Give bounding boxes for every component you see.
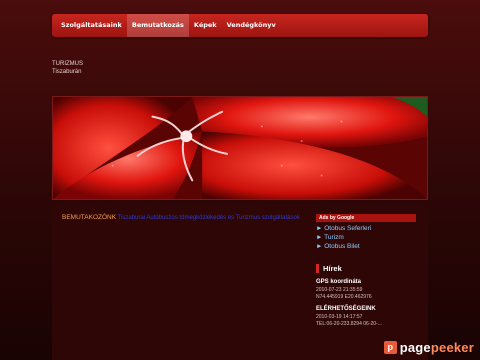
nav-item-services[interactable]: Szolgáltatásaink (56, 14, 127, 37)
ads-by-google-bar[interactable]: Ads by Google (316, 214, 416, 222)
sidebar: Ads by Google ► Otobus Seferleri ► Turiz… (316, 214, 416, 327)
news-detail: N74.445919 E20.462976 (316, 294, 372, 300)
site-title-block: TURIZMUS Tiszaburán (52, 60, 83, 76)
lead-text: Tiszaburai Autóbuszos tömegközlekedés és… (117, 215, 300, 221)
news-item: ELÉRHETŐSÉGEINK 2010-03-19 14:17:57 TEL:… (316, 306, 416, 327)
pagepeeker-text: pagepeeker (399, 339, 474, 355)
ad-link-turizm[interactable]: ► Turizm (316, 234, 416, 241)
ad-link-otobus-bilet[interactable]: ► Otobus Bilet (316, 243, 416, 250)
nav-item-pictures[interactable]: Képek (189, 14, 222, 37)
nav-item-guestbook[interactable]: Vendégkönyv (222, 14, 281, 37)
news-title[interactable]: ELÉRHETŐSÉGEINK (316, 306, 416, 312)
news-date: 2010-03-19 14:17:57 (316, 314, 363, 320)
pagepeeker-logo-icon: p (383, 340, 397, 354)
flower-illustration (53, 97, 427, 199)
news-date: 2010-07-23 21:35:59 (316, 287, 363, 293)
main-navbar: Szolgáltatásaink Bemutatkozás Képek Vend… (52, 14, 428, 37)
news-item: GPS koordináta 2010-07-23 21:35:59 N74.4… (316, 279, 416, 300)
news-detail: TEL:06-20-233.8294 06-20-... (316, 321, 382, 327)
hero-flower-image (52, 96, 428, 200)
pagepeeker-watermark: p pagepeeker (383, 339, 474, 355)
ad-link-otobus-seferleri[interactable]: ► Otobus Seferleri (316, 225, 416, 232)
main-column: BEMUTAKOZÓNK Tiszaburai Autóbuszos tömeg… (62, 214, 302, 223)
lead-label: BEMUTAKOZÓNK (62, 214, 117, 221)
site-subtitle: Tiszaburán (52, 69, 82, 75)
content-area: BEMUTAKOZÓNK Tiszaburai Autóbuszos tömeg… (52, 206, 428, 360)
nav-item-about[interactable]: Bemutatkozás (126, 14, 189, 37)
news-title[interactable]: GPS koordináta (316, 279, 416, 285)
site-title: TURIZMUS (52, 61, 83, 67)
news-heading: Hírek (316, 264, 416, 273)
